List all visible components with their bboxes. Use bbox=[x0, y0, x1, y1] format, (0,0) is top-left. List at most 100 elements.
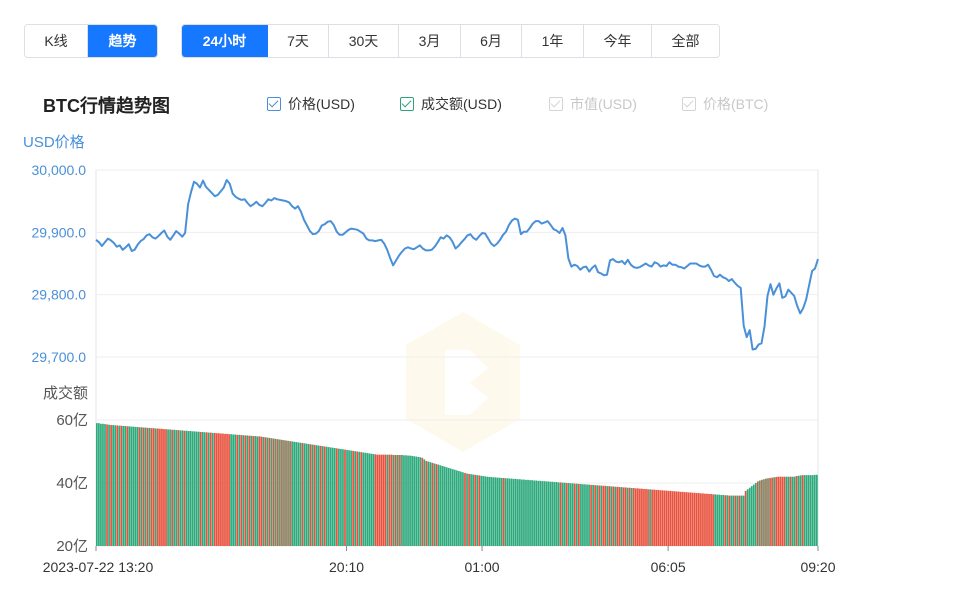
volume-bar bbox=[411, 455, 413, 546]
volume-bar bbox=[630, 488, 633, 546]
volume-bar bbox=[126, 426, 129, 546]
volume-bar bbox=[297, 442, 300, 546]
volume-bar bbox=[598, 485, 601, 546]
volume-bar bbox=[687, 492, 690, 546]
volume-bar bbox=[167, 429, 169, 546]
volume-bar bbox=[494, 477, 497, 546]
volume-bar bbox=[451, 469, 454, 546]
volume-bar bbox=[793, 476, 796, 546]
volume-bar bbox=[785, 476, 788, 546]
volume-bar bbox=[185, 430, 188, 546]
volume-bar bbox=[773, 477, 775, 546]
volume-bar bbox=[360, 452, 363, 546]
volume-bar bbox=[224, 433, 226, 546]
volume-bar bbox=[702, 493, 704, 546]
volume-bar bbox=[163, 429, 165, 546]
volume-bar bbox=[710, 494, 712, 546]
volume-bar bbox=[596, 485, 599, 546]
price-tick-label: 30,000.0 bbox=[32, 162, 87, 178]
volume-bar bbox=[738, 495, 741, 546]
volume-bar bbox=[252, 436, 255, 546]
volume-bar bbox=[425, 460, 428, 546]
volume-bar bbox=[484, 476, 487, 546]
volume-bar bbox=[106, 424, 108, 546]
volume-bar bbox=[399, 454, 401, 546]
volume-bar bbox=[333, 448, 336, 546]
volume-bar bbox=[651, 489, 653, 546]
x-tick-label: 06:05 bbox=[651, 559, 686, 575]
volume-bar bbox=[274, 438, 277, 546]
volume-bar bbox=[114, 425, 117, 546]
volume-bar bbox=[201, 431, 204, 546]
volume-bar bbox=[575, 483, 578, 546]
volume-bar bbox=[240, 435, 243, 546]
volume-bar bbox=[553, 482, 556, 546]
volume-bar bbox=[415, 456, 418, 546]
volume-bar bbox=[376, 454, 379, 546]
volume-bar bbox=[691, 492, 694, 546]
volume-bar bbox=[287, 440, 289, 546]
volume-tick-label: 20亿 bbox=[56, 538, 88, 555]
volume-bar bbox=[366, 453, 369, 546]
volume-bar bbox=[488, 477, 491, 546]
volume-bar bbox=[541, 481, 544, 546]
x-tick-label: 20:10 bbox=[329, 559, 364, 575]
volume-bar bbox=[592, 484, 594, 546]
volume-bar bbox=[407, 455, 409, 546]
volume-bar bbox=[443, 466, 446, 546]
volume-bar bbox=[600, 485, 603, 546]
volume-bar bbox=[616, 486, 619, 546]
volume-bar bbox=[409, 455, 411, 546]
volume-bar bbox=[569, 483, 572, 546]
volume-bar bbox=[309, 444, 312, 546]
volume-bar bbox=[142, 427, 145, 546]
volume-bar bbox=[199, 431, 202, 546]
volume-bar bbox=[588, 484, 590, 546]
volume-bar bbox=[761, 479, 763, 546]
volume-bar bbox=[386, 454, 389, 546]
volume-bar bbox=[453, 469, 456, 546]
volume-bar bbox=[799, 475, 802, 546]
volume-bar bbox=[187, 431, 190, 546]
volume-bar bbox=[401, 454, 403, 546]
volume-bar bbox=[437, 464, 440, 546]
volume-bar bbox=[244, 435, 247, 546]
volume-bar bbox=[769, 477, 771, 546]
volume-bar bbox=[148, 427, 151, 547]
volume-bar bbox=[624, 487, 627, 546]
volume-bar bbox=[242, 435, 245, 546]
volume-bar bbox=[811, 475, 814, 547]
volume-bar bbox=[283, 440, 285, 546]
volume-bar bbox=[388, 454, 391, 546]
volume-bar bbox=[289, 441, 291, 546]
volume-bar bbox=[441, 465, 444, 546]
volume-bar bbox=[795, 476, 798, 546]
volume-bar bbox=[281, 439, 283, 546]
volume-bar bbox=[571, 483, 574, 546]
volume-bar bbox=[728, 495, 731, 546]
volume-bar bbox=[392, 454, 395, 546]
volume-bar bbox=[563, 482, 566, 546]
volume-bar bbox=[612, 486, 615, 546]
volume-bar bbox=[514, 478, 517, 546]
volume-bar bbox=[447, 467, 450, 546]
volume-bar bbox=[492, 477, 495, 546]
volume-bar bbox=[750, 486, 753, 546]
volume-bar bbox=[555, 482, 558, 546]
volume-bar bbox=[580, 483, 582, 546]
volume-bar bbox=[681, 491, 684, 546]
volume-bar bbox=[161, 428, 163, 546]
volume-bar bbox=[643, 488, 645, 546]
volume-bar bbox=[421, 457, 424, 546]
volume-bar bbox=[734, 495, 737, 546]
volume-tick-label: 60亿 bbox=[56, 412, 88, 429]
volume-bar bbox=[140, 427, 143, 546]
volume-bar bbox=[205, 432, 208, 546]
volume-bar bbox=[500, 477, 503, 546]
volume-bar bbox=[329, 447, 332, 546]
volume-bar bbox=[506, 478, 509, 546]
volume-bar bbox=[352, 450, 354, 546]
volume-bar bbox=[647, 489, 649, 546]
volume-bar bbox=[675, 491, 678, 546]
volume-bar bbox=[130, 426, 133, 546]
